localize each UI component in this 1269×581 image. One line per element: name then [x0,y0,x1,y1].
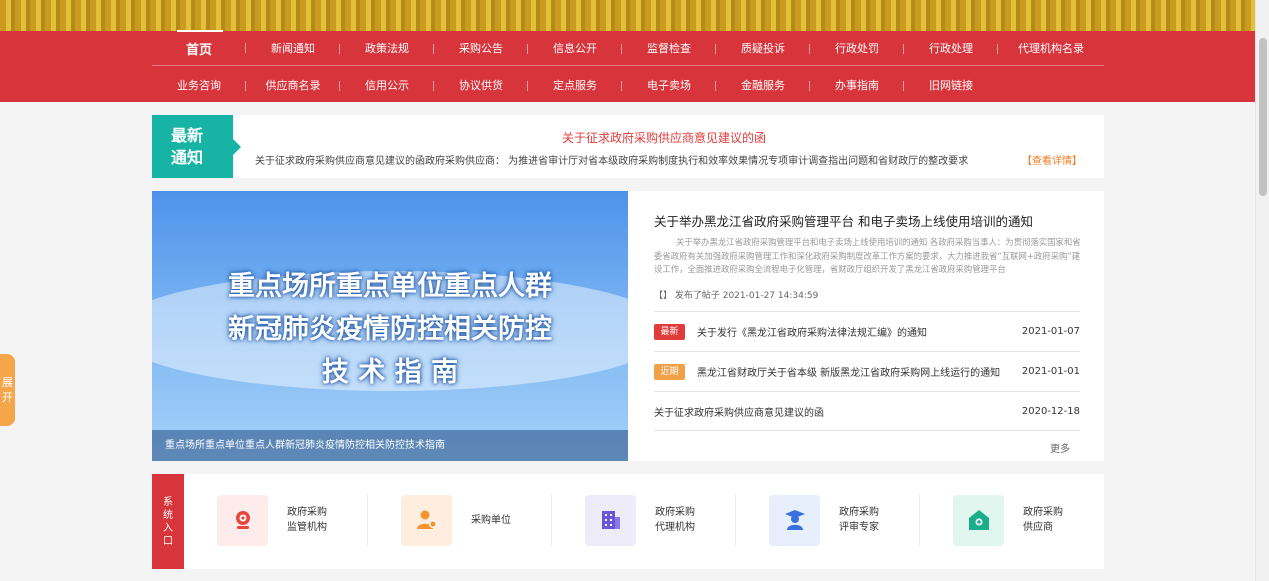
entry-label: 采购单位 [471,513,511,528]
entry-label-line2: 评审专家 [839,522,879,533]
notice-details-link[interactable]: 【查看详情】 [1022,152,1082,167]
news-date: 2021-01-07 [1021,326,1080,337]
system-entry-label-char: 系 [163,496,173,508]
entry-label: 政府采购 供应商 [1023,505,1063,535]
system-entry-panel: 系 统 入 口 政府采购 监管机构 采购单位 政府采购 代理机构 政府采购 评审… [152,474,1104,569]
nav-item-old-site[interactable]: 旧网链接 [904,77,998,93]
news-title[interactable]: 黑龙江省财政厅关于省本级 新版黑龙江省政府采购网上线运行的通知 [697,364,1010,379]
nav-item-credit[interactable]: 信用公示 [340,77,434,93]
main-content: 重点场所重点单位重点人群 新冠肺炎疫情防控相关防控 技 术 指 南 重点场所重点… [152,191,1104,461]
headline-title-link[interactable]: 关于举办黑龙江省政府采购管理平台 和电子卖场上线使用培训的通知 [654,211,1033,230]
nav-item-supervision[interactable]: 监督检查 [622,40,716,56]
main-nav: 首页 新闻通知 政策法规 采购公告 信息公开 监督检查 质疑投诉 行政处罚 行政… [0,29,1255,102]
entry-label: 政府采购 评审专家 [839,505,879,535]
news-list: 最新 关于发行《黑龙江省政府采购法律法规汇编》的通知 2021-01-07 近期… [654,311,1080,431]
news-item[interactable]: 近期 黑龙江省财政厅关于省本级 新版黑龙江省政府采购网上线运行的通知 2021-… [654,351,1080,391]
system-entry-label-char: 入 [163,522,173,534]
nav-item-penalties[interactable]: 行政处罚 [810,40,904,56]
entry-label: 政府采购 监管机构 [287,505,327,535]
entry-divider [919,494,920,546]
nav-item-agency-directory[interactable]: 代理机构名录 [998,40,1104,56]
system-entry-label: 系 统 入 口 [152,474,184,569]
camera-icon [217,494,268,546]
entry-label: 政府采购 代理机构 [655,505,695,535]
news-date: 2021-01-01 [1021,366,1080,377]
nav-item-e-mall[interactable]: 电子卖场 [622,77,716,93]
nav-item-supplier-directory[interactable]: 供应商名录 [246,77,340,93]
nav-item-info-disclosure[interactable]: 信息公开 [528,40,622,56]
nav-item-news[interactable]: 新闻通知 [246,40,340,56]
notice-label: 最新 通知 [152,115,233,178]
more-news-link[interactable]: 更多 [1050,440,1070,455]
news-date: 2020-12-18 [1021,405,1080,417]
expert-icon [769,494,820,546]
nav-item-agreement-supply[interactable]: 协议供货 [434,77,528,93]
entry-agency[interactable]: 政府采购 代理机构 [585,494,695,546]
entry-regulator[interactable]: 政府采购 监管机构 [217,494,327,546]
entry-divider [367,494,368,546]
entry-review-expert[interactable]: 政府采购 评审专家 [769,494,879,546]
news-item[interactable]: 最新 关于发行《黑龙江省政府采购法律法规汇编》的通知 2021-01-07 [654,311,1080,351]
entry-label-line2: 监管机构 [287,522,327,533]
notice-label-line1: 最新 [171,126,204,145]
expand-side-tab[interactable]: 展 开 [0,354,15,426]
entry-divider [735,494,736,546]
featured-banner[interactable]: 重点场所重点单位重点人群 新冠肺炎疫情防控相关防控 技 术 指 南 重点场所重点… [152,191,628,461]
notice-title-link[interactable]: 关于征求政府采购供应商意见建议的函 [562,129,766,146]
news-title[interactable]: 关于发行《黑龙江省政府采购法律法规汇编》的通知 [697,324,1010,339]
news-badge-recent: 近期 [654,363,685,380]
nav-item-guide[interactable]: 办事指南 [810,77,904,93]
scrollbar-thumb[interactable] [1259,38,1267,196]
headline-description: 关于举办黑龙江省政府采购管理平台和电子卖场上线使用培训的通知 各政府采购当事人：… [654,237,1081,274]
system-entry-label-char: 统 [163,509,173,521]
entry-divider [551,494,552,546]
building-icon [585,494,636,546]
banner-caption[interactable]: 重点场所重点单位重点人群新冠肺炎疫情防控相关防控技术指南 [152,430,628,461]
notice-summary: 关于征求政府采购供应商意见建议的函政府采购供应商： 为推进省审计厅对省本级政府采… [255,156,969,167]
news-item[interactable]: 关于征求政府采购供应商意见建议的函 2020-12-18 [654,391,1080,431]
nav-item-procurement-notice[interactable]: 采购公告 [434,40,528,56]
entry-label-line2: 供应商 [1023,522,1053,533]
nav-row-2: 业务咨询 供应商名录 信用公示 协议供货 定点服务 电子卖场 金融服务 办事指南… [152,67,1104,102]
nav-row-1: 首页 新闻通知 政策法规 采购公告 信息公开 监督检查 质疑投诉 行政处罚 行政… [152,29,1104,66]
entry-label-line1: 采购单位 [471,514,511,526]
entry-label-line2: 代理机构 [655,522,695,533]
side-tab-label-2: 开 [2,391,13,404]
headline-meta: 【】 发布了帖子 2021-01-27 14:34:59 [654,291,819,301]
home-icon [953,494,1004,546]
banner-headline: 重点场所重点单位重点人群 新冠肺炎疫情防控相关防控 技 术 指 南 [152,265,628,394]
nav-item-complaints[interactable]: 质疑投诉 [716,40,810,56]
nav-item-finance[interactable]: 金融服务 [716,77,810,93]
entry-label-line1: 政府采购 [839,507,879,518]
top-banner-strip [0,0,1255,32]
nav-item-home[interactable]: 首页 [152,29,246,58]
person-icon [401,494,452,546]
news-title[interactable]: 关于征求政府采购供应商意见建议的函 [654,404,1010,419]
latest-notice-bar: 最新 通知 关于征求政府采购供应商意见建议的函 关于征求政府采购供应商意见建议的… [152,115,1104,178]
banner-line-1: 重点场所重点单位重点人群 [228,271,552,302]
notice-label-line2: 通知 [171,148,204,167]
entry-label-line1: 政府采购 [655,507,695,518]
banner-line-3: 技 术 指 南 [321,357,459,388]
notice-arrow-icon [233,139,241,155]
entry-label-line1: 政府采购 [1023,507,1063,518]
nav-item-consulting[interactable]: 业务咨询 [152,77,246,93]
news-badge-latest: 最新 [654,323,685,340]
nav-item-designated-service[interactable]: 定点服务 [528,77,622,93]
page-scrollbar[interactable] [1255,0,1269,581]
nav-item-administrative-handling[interactable]: 行政处理 [904,40,998,56]
side-tab-label-1: 展 [2,376,13,389]
banner-line-2: 新冠肺炎疫情防控相关防控 [228,314,552,345]
nav-item-policy[interactable]: 政策法规 [340,40,434,56]
entry-supplier[interactable]: 政府采购 供应商 [953,494,1063,546]
system-entry-label-char: 口 [163,535,173,547]
entry-purchasing-unit[interactable]: 采购单位 [401,494,511,546]
entry-label-line1: 政府采购 [287,507,327,518]
